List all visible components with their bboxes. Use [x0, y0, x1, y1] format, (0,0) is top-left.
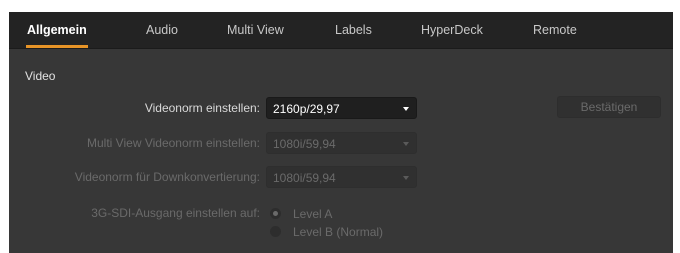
tab-hyperdeck-label: HyperDeck — [421, 23, 483, 37]
settings-window: Allgemein Audio Multi View Labels HyperD… — [9, 12, 673, 253]
tab-audio-label: Audio — [146, 23, 178, 37]
video-section-title: Video — [25, 69, 56, 83]
radio-selected-dot-icon — [273, 211, 278, 216]
tab-multi-view[interactable]: Multi View — [227, 12, 284, 48]
tab-hyperdeck[interactable]: HyperDeck — [421, 12, 483, 48]
video-format-select[interactable]: 2160p/29,97 — [266, 97, 417, 119]
tab-remote[interactable]: Remote — [533, 12, 577, 48]
tab-allgemein[interactable]: Allgemein — [26, 12, 88, 48]
video-format-value: 2160p/29,97 — [273, 102, 340, 116]
tab-labels-label: Labels — [335, 23, 372, 37]
multiview-format-value: 1080i/59,94 — [273, 137, 336, 151]
radio-level-a-label: Level A — [293, 207, 333, 221]
radio-button-icon — [270, 208, 281, 219]
confirm-button[interactable]: Bestätigen — [557, 96, 661, 118]
tab-remote-label: Remote — [533, 23, 577, 37]
tab-bar: Allgemein Audio Multi View Labels HyperD… — [9, 12, 673, 49]
multiview-format-label: Multi View Videonorm einstellen: — [87, 136, 260, 150]
tab-labels[interactable]: Labels — [335, 12, 372, 48]
tab-audio[interactable]: Audio — [146, 12, 178, 48]
downconvert-format-select[interactable]: 1080i/59,94 — [266, 166, 417, 188]
radio-button-icon — [270, 226, 281, 237]
chevron-down-icon — [403, 176, 409, 180]
multiview-format-select[interactable]: 1080i/59,94 — [266, 132, 417, 154]
downconvert-format-value: 1080i/59,94 — [273, 171, 336, 185]
sdi-output-label: 3G-SDI-Ausgang einstellen auf: — [91, 206, 260, 220]
video-format-label: Videonorm einstellen: — [144, 101, 260, 115]
radio-level-b-label: Level B (Normal) — [293, 225, 384, 239]
tab-allgemein-label: Allgemein — [27, 23, 87, 37]
chevron-down-icon — [403, 107, 409, 111]
tab-multi-view-label: Multi View — [227, 23, 284, 37]
downconvert-format-label: Videonorm für Downkonvertierung: — [74, 170, 260, 184]
active-tab-indicator — [26, 45, 88, 48]
chevron-down-icon — [403, 142, 409, 146]
